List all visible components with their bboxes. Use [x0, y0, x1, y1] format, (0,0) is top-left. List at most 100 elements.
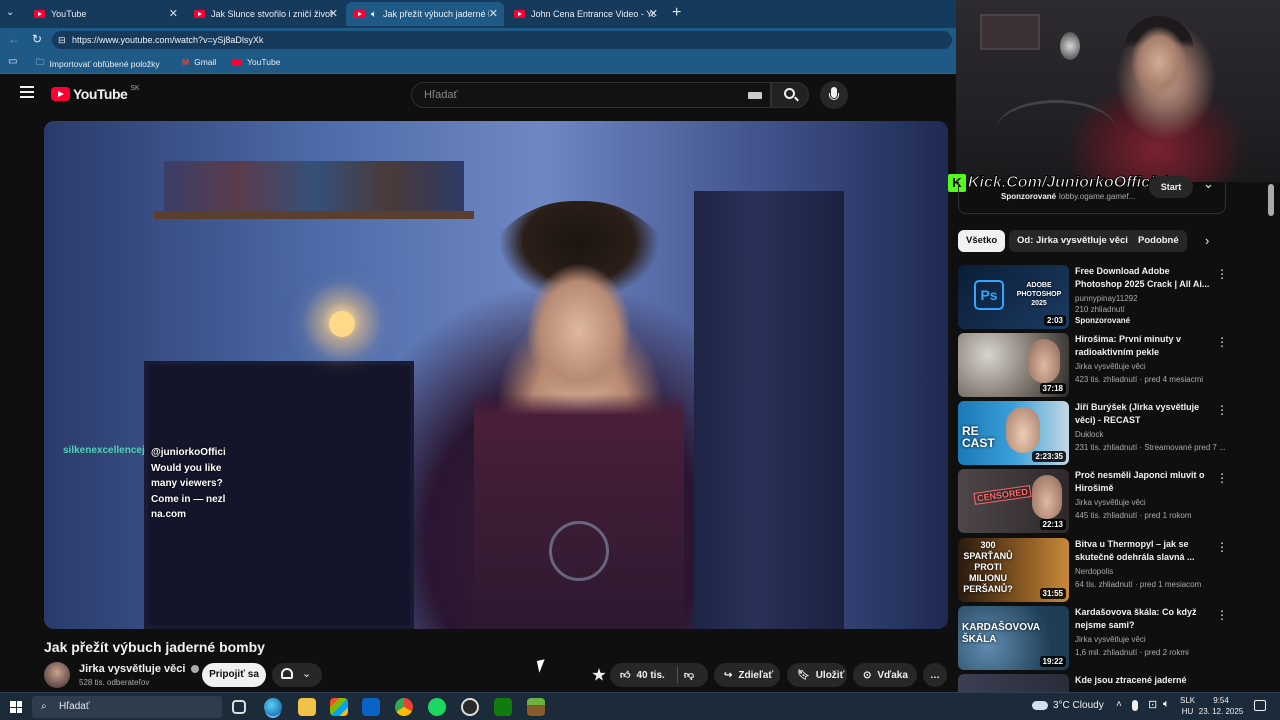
list-item[interactable]: Kde jsou ztracené jaderné — [958, 674, 1258, 692]
chip-related[interactable]: Podobné — [1130, 230, 1187, 252]
tab-close-icon[interactable]: ✕ — [329, 7, 338, 20]
channel-name[interactable]: punnypinay11292 — [1075, 294, 1138, 303]
tab-list-chevron-icon[interactable]: ⌄ — [6, 7, 14, 18]
spotify-icon[interactable] — [428, 698, 446, 716]
list-item[interactable]: RE CAST 2:23:35 Jiří Burýšek (Jirka vysv… — [958, 401, 1258, 465]
chip-all[interactable]: Všetko — [958, 230, 1006, 252]
dislike-button[interactable]: 👎︎ — [684, 669, 694, 681]
subscription-bell-button[interactable]: ⌄ — [272, 663, 322, 687]
back-arrow-icon[interactable]: ← — [8, 32, 20, 46]
video-thumbnail[interactable]: 37:18 — [958, 333, 1069, 397]
menu-icon[interactable] — [20, 86, 34, 98]
channel-name[interactable]: Jirka vysvětluje věci — [79, 663, 200, 675]
channel-name[interactable]: Jirka vysvětluje věci — [1075, 635, 1146, 644]
file-explorer-icon[interactable] — [298, 698, 316, 716]
video-title[interactable]: Kardašovova škála: Co když nejsme sami? — [1075, 606, 1213, 632]
network-icon[interactable]: ⊡ — [1148, 698, 1157, 711]
system-clock[interactable]: 9:54 23. 12. 2025 — [1196, 695, 1246, 717]
windows-start-icon[interactable] — [10, 701, 22, 713]
list-item[interactable]: KARDAŠOVOVA ŠKÁLA 19:22 Kardašovova škál… — [958, 606, 1258, 670]
more-vert-icon[interactable]: ⋮ — [1216, 471, 1228, 485]
video-thumbnail[interactable]: RE CAST 2:23:35 — [958, 401, 1069, 465]
list-item[interactable]: Ps ADOBE PHOTOSHOP 2025 2:03 Free Downlo… — [958, 265, 1258, 329]
youtube-logo[interactable]: YouTube SK — [51, 85, 140, 102]
new-tab-button[interactable]: + — [672, 4, 681, 22]
scrollbar-thumb[interactable] — [1268, 184, 1274, 216]
save-button[interactable]: 🔖︎ Uložiť — [787, 663, 847, 687]
keyboard-icon[interactable] — [748, 92, 762, 99]
sponsored-start-button[interactable]: Start — [1149, 176, 1193, 198]
volume-icon[interactable]: 🔈︎ — [1163, 698, 1170, 711]
microphone-tray-icon[interactable] — [1132, 700, 1138, 711]
ask-ai-icon[interactable] — [592, 668, 606, 681]
edge-icon[interactable] — [264, 698, 282, 716]
tab-slunce[interactable]: Jak Slunce stvořilo i zničí život na Zem… — [186, 2, 344, 26]
bookmark-import[interactable]: 🗀︎ Importovať obľúbené položky — [36, 57, 160, 71]
microsoft-store-icon[interactable] — [330, 698, 348, 716]
tab-label: John Cena Entrance Video - YouTube — [531, 9, 655, 19]
video-title[interactable]: Hirošima: První minuty v radioaktivním p… — [1075, 333, 1213, 359]
more-vert-icon[interactable]: ⋮ — [1216, 540, 1228, 554]
weather-widget[interactable]: 3°C Cloudy — [1032, 700, 1104, 711]
minecraft-icon[interactable] — [527, 698, 545, 716]
speaker-icon[interactable]: 🔈︎ — [371, 9, 377, 20]
video-thumbnail[interactable]: KARDAŠOVOVA ŠKÁLA 19:22 — [958, 606, 1069, 670]
voice-search-button[interactable] — [820, 81, 848, 109]
chip-from-channel[interactable]: Od: Jirka vysvětluje věci — [1009, 230, 1136, 252]
tab-close-icon[interactable]: ✕ — [169, 7, 178, 20]
url-field[interactable]: ⊟ https://www.youtube.com/watch?v=ySj8aD… — [52, 31, 952, 49]
tab-close-icon[interactable]: ✕ — [649, 7, 658, 20]
join-button[interactable]: Pripojiť sa — [202, 663, 266, 687]
search-input[interactable]: Hľadať — [411, 82, 771, 108]
more-vert-icon[interactable]: ⋮ — [1216, 608, 1228, 622]
bookmark-youtube[interactable]: YouTube — [232, 57, 280, 67]
more-actions-button[interactable]: … — [923, 663, 947, 687]
video-thumbnail[interactable]: 300 SPARŤANŮ PROTI MILIONU PERŠANŮ? 31:5… — [958, 538, 1069, 602]
bookmark-gmail[interactable]: M Gmail — [182, 57, 216, 67]
tab-close-icon[interactable]: ✕ — [489, 7, 498, 20]
video-player[interactable] — [44, 121, 948, 629]
list-item[interactable]: 300 SPARŤANŮ PROTI MILIONU PERŠANŮ? 31:5… — [958, 538, 1258, 602]
like-button[interactable]: 👍︎ 40 tis. — [620, 669, 665, 682]
tab-active-video[interactable]: 🔈︎ Jak přežít výbuch jaderné bomby ✕ — [346, 2, 504, 26]
reload-icon[interactable]: ↻ — [32, 32, 42, 46]
video-thumbnail[interactable] — [958, 674, 1069, 692]
more-vert-icon[interactable]: ⋮ — [1216, 267, 1228, 281]
channel-name[interactable]: Duklock — [1075, 430, 1103, 439]
video-thumbnail[interactable]: CENSORED 22:13 — [958, 469, 1069, 533]
list-item[interactable]: 37:18 Hirošima: První minuty v radioakti… — [958, 333, 1258, 397]
task-view-icon[interactable] — [232, 700, 246, 714]
more-vert-icon[interactable]: ⋮ — [1216, 403, 1228, 417]
channel-name[interactable]: Jirka vysvětluje věci — [1075, 362, 1146, 371]
xbox-app-icon[interactable] — [494, 698, 512, 716]
more-vert-icon[interactable]: ⋮ — [1216, 335, 1228, 349]
notifications-icon[interactable] — [1254, 700, 1266, 711]
video-title[interactable]: Bitva u Thermopyl – jak se skutečně odeh… — [1075, 538, 1213, 564]
channel-name[interactable]: Jirka vysvětluje věci — [1075, 498, 1146, 507]
video-title[interactable]: Free Download Adobe Photoshop 2025 Crack… — [1075, 265, 1213, 291]
search-button[interactable] — [771, 82, 809, 108]
video-title[interactable]: Proč nesměli Japonci mluvit o Hirošimě — [1075, 469, 1213, 495]
video-title[interactable]: Kde jsou ztracené jaderné — [1075, 674, 1213, 687]
scrollbar[interactable] — [1268, 182, 1274, 688]
thanks-button[interactable]: ⊙ Vďaka — [853, 663, 917, 687]
obs-icon[interactable] — [461, 698, 479, 716]
chrome-icon[interactable] — [395, 698, 413, 716]
channel-name[interactable]: Nerdopolis — [1075, 567, 1113, 576]
tray-overflow-icon[interactable]: ˄ — [1116, 699, 1122, 710]
tab-john-cena[interactable]: John Cena Entrance Video - YouTube ✕ — [506, 2, 664, 26]
chevron-right-icon[interactable]: › — [1205, 233, 1209, 248]
video-thumbnail[interactable]: Ps ADOBE PHOTOSHOP 2025 2:03 — [958, 265, 1069, 329]
list-item[interactable]: CENSORED 22:13 Proč nesměli Japonci mluv… — [958, 469, 1258, 533]
channel-avatar[interactable] — [44, 662, 70, 688]
sponsored-card[interactable]: Sponzorované lobby.ogame.gamef... Start … — [958, 176, 1226, 214]
tab-youtube[interactable]: YouTube ✕ — [26, 2, 184, 26]
chevron-down-icon[interactable]: ⌄ — [1203, 176, 1214, 192]
share-button[interactable]: ↪ Zdieľať — [714, 663, 780, 687]
site-info-icon[interactable]: ⊟ — [58, 31, 66, 49]
sidebar-toggle-icon[interactable]: ▭ — [8, 56, 17, 67]
outlook-icon[interactable] — [362, 698, 380, 716]
video-title[interactable]: Jiří Burýšek (Jirka vysvětluje věci) - R… — [1075, 401, 1213, 427]
taskbar-search-input[interactable]: ⌕ Hľadať — [32, 696, 222, 718]
input-language-indicator[interactable]: SLK HU — [1180, 695, 1195, 717]
